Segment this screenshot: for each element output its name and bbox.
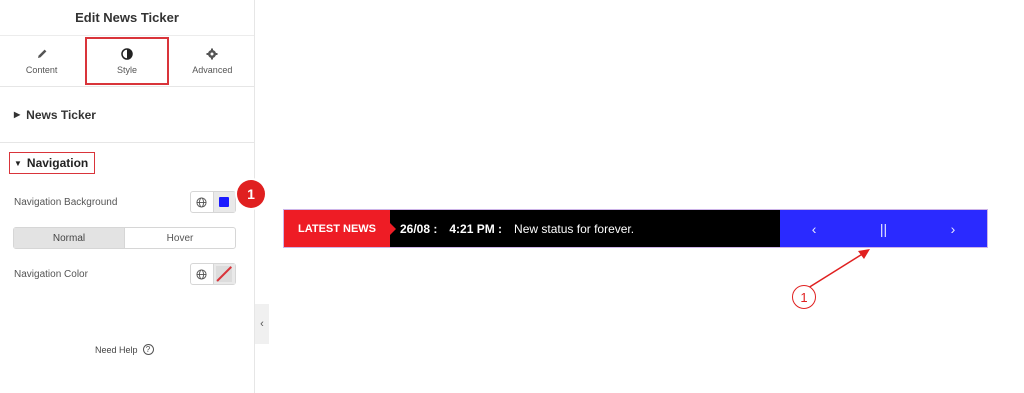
need-help-link[interactable]: Need Help ? [95,344,154,355]
globe-icon [196,196,207,208]
ticker-content[interactable]: 26/08 : 4:21 PM : New status for forever… [390,210,780,247]
nav-color-control [190,263,236,285]
state-normal-tab[interactable]: Normal [14,228,125,248]
nav-background-control [190,191,236,213]
section-navigation-label: Navigation [26,156,89,170]
section-navigation[interactable]: ▼ Navigation [9,152,96,174]
question-icon: ? [142,344,154,355]
state-hover-tab[interactable]: Hover [125,228,235,248]
need-help-label: Need Help [95,344,138,355]
ticker-navigation: ‹ || › [780,210,987,247]
nav-color-label: Navigation Color [14,269,88,280]
section-news-ticker[interactable]: ▶ News Ticker [0,87,254,143]
tab-content[interactable]: Content [0,36,83,86]
ticker-time: 4:21 PM : [449,221,503,236]
tab-style[interactable]: Style [85,37,169,85]
state-toggle: Normal Hover [13,227,236,249]
caret-right-icon: ▶ [14,110,21,119]
global-colors-button[interactable] [191,264,213,284]
pause-icon[interactable]: || [880,221,887,237]
global-colors-button[interactable] [191,192,213,212]
tab-advanced-label: Advanced [192,64,233,75]
annotation-arrow-icon [807,249,870,289]
chevron-right-icon[interactable]: › [951,221,956,237]
ticker-headline: New status for forever. [514,221,635,236]
globe-icon [196,268,207,280]
tab-content-label: Content [25,64,58,75]
editor-app: Edit News Ticker Content Style Advanced … [0,0,1024,393]
pencil-icon [37,49,47,58]
tab-style-label: Style [116,64,137,75]
tab-advanced[interactable]: Advanced [171,36,254,86]
annotation-marker: 1 [792,285,816,309]
empty-color-swatch [216,266,233,282]
collapse-panel-button[interactable]: ‹ [255,304,269,344]
nav-background-color-picker[interactable] [212,192,235,212]
panel-title: Edit News Ticker [0,0,254,36]
ticker-date: 26/08 : [400,221,438,236]
chevron-left-icon[interactable]: ‹ [812,221,817,237]
chevron-left-icon: ‹ [260,318,264,330]
gear-icon [206,48,218,59]
caret-down-icon: ▼ [14,158,22,168]
contrast-icon [121,47,133,60]
step-badge: 1 [237,180,265,208]
ticker-label: LATEST NEWS [284,210,396,247]
news-ticker: LATEST NEWS 26/08 : 4:21 PM : New status… [283,209,988,248]
nav-background-label: Navigation Background [14,197,118,208]
nav-color-picker[interactable] [212,264,235,284]
section-news-ticker-label: News Ticker [26,107,96,122]
blue-color-swatch [219,197,230,207]
panel-tabs: Content Style Advanced [0,36,254,87]
